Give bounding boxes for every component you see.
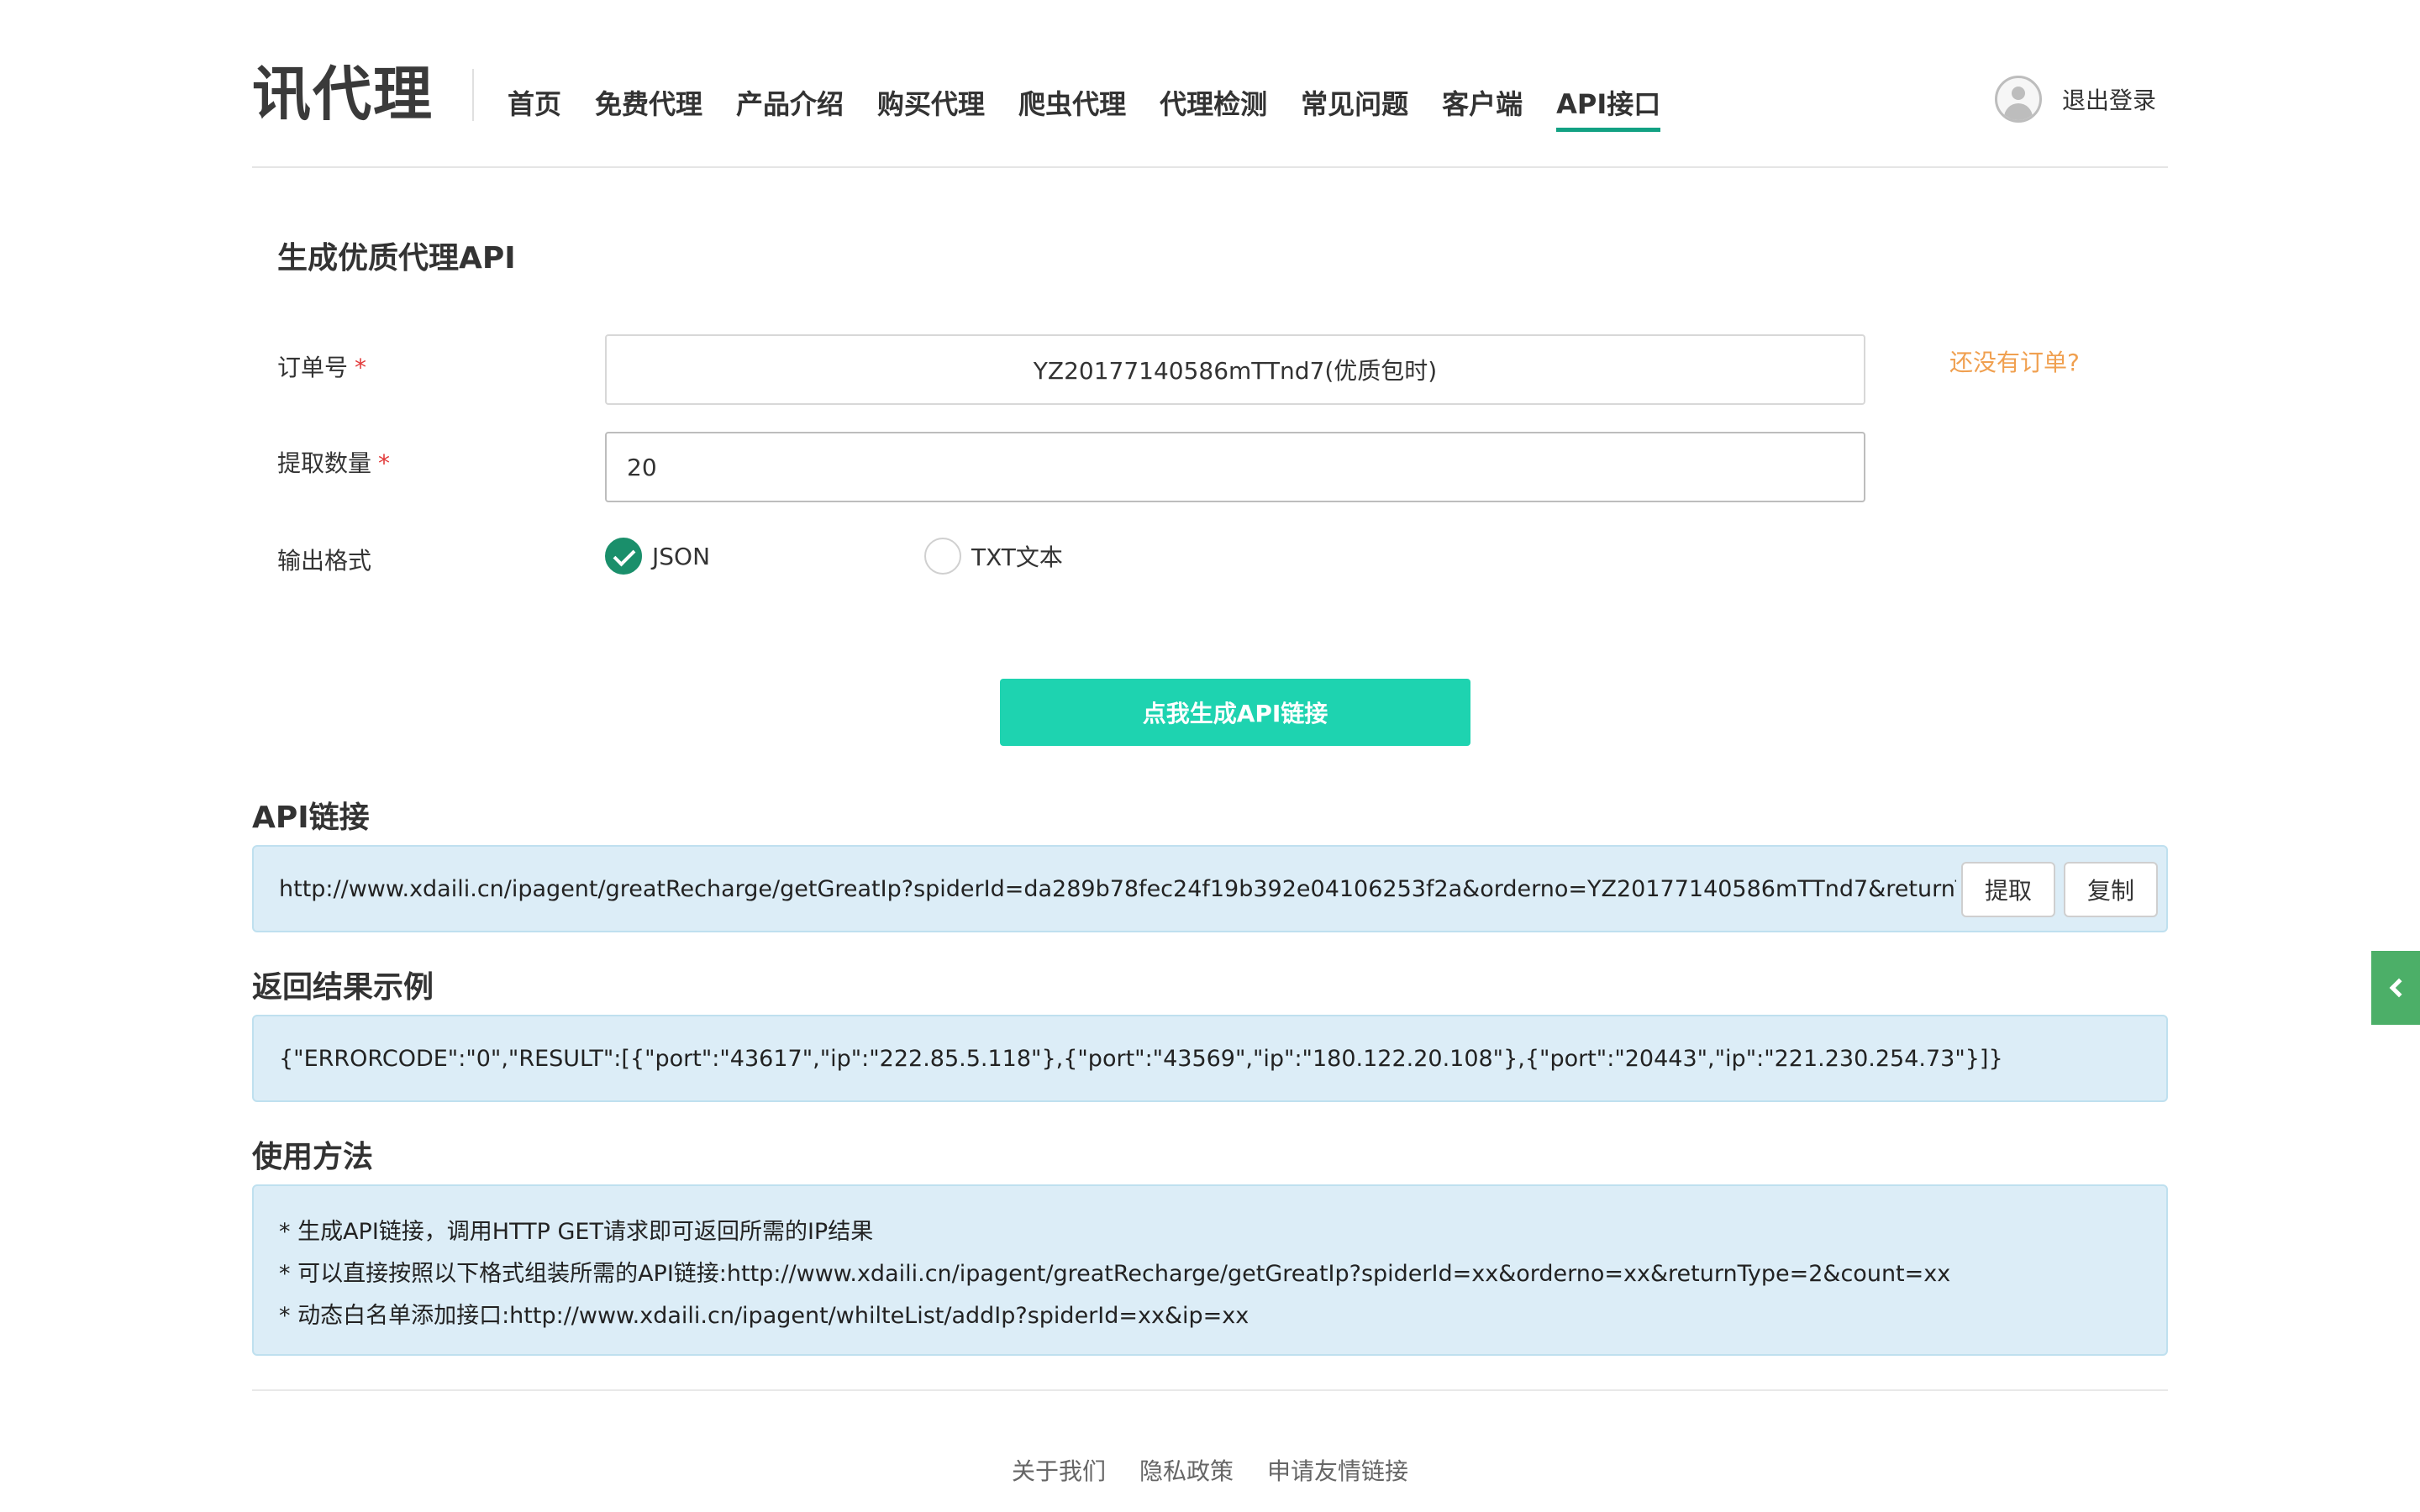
generate-api-button[interactable]: 点我生成API链接 [1000, 679, 1470, 746]
footer-link-privacy[interactable]: 隐私政策 [1139, 1453, 1234, 1487]
check-icon[interactable] [605, 538, 642, 575]
result-example-box: {"ERRORCODE":"0","RESULT":[{"port":"4361… [252, 1015, 2168, 1102]
fetch-button[interactable]: 提取 [1961, 862, 2056, 917]
no-order-link[interactable]: 还没有订单? [1949, 344, 2080, 378]
nav-item-free-proxy[interactable]: 免费代理 [595, 84, 702, 132]
radio-unchecked-icon[interactable] [924, 538, 961, 575]
usage-line: * 生成API链接，调用HTTP GET请求即可返回所需的IP结果 [279, 1219, 874, 1245]
format-label: 输出格式 [277, 547, 372, 575]
nav-item-products[interactable]: 产品介绍 [736, 84, 844, 132]
usage-line: * 可以直接按照以下格式组装所需的API链接:http://www.xdaili… [279, 1261, 1951, 1287]
result-example-text: {"ERRORCODE":"0","RESULT":[{"port":"4361… [279, 1045, 2003, 1072]
quantity-label: 提取数量 * [277, 445, 390, 479]
chevron-left-icon [2389, 978, 2409, 998]
usage-title: 使用方法 [252, 1140, 374, 1174]
site-logo[interactable]: 讯代理 [252, 60, 434, 128]
logout-link[interactable]: 退出登录 [2062, 82, 2156, 116]
quantity-input[interactable]: 20 [605, 432, 1865, 502]
usage-line: * 动态白名单添加接口:http://www.xdaili.cn/ipagent… [279, 1303, 1249, 1329]
logo-divider [472, 69, 474, 121]
user-avatar-icon[interactable] [1994, 76, 2042, 123]
quantity-label-text: 提取数量 [277, 449, 372, 477]
nav-item-home[interactable]: 首页 [508, 84, 561, 132]
nav-item-faq[interactable]: 常见问题 [1301, 84, 1408, 132]
order-label: 订单号 * [277, 349, 366, 383]
format-option-txt-label: TXT文本 [971, 543, 1063, 571]
api-link-box: http://www.xdaili.cn/ipagent/greatRechar… [252, 845, 2168, 932]
nav-item-client[interactable]: 客户端 [1442, 84, 1523, 132]
top-header: 讯代理 首页 免费代理 产品介绍 购买代理 爬虫代理 代理检测 常见问题 客户端… [252, 0, 2168, 168]
side-panel-toggle[interactable] [2371, 951, 2420, 1025]
order-number-value: YZ20177140586mTTnd7(优质包时) [1033, 357, 1438, 385]
footer-link-about[interactable]: 关于我们 [1012, 1453, 1106, 1487]
required-mark: * [355, 354, 367, 381]
page-title: 生成优质代理API [277, 241, 516, 276]
order-label-text: 订单号 [277, 354, 349, 381]
user-area: 退出登录 [1994, 76, 2168, 123]
nav-item-crawler-proxy[interactable]: 爬虫代理 [1018, 84, 1126, 132]
copy-button[interactable]: 复制 [2064, 862, 2159, 917]
api-link-url[interactable]: http://www.xdaili.cn/ipagent/greatRechar… [279, 876, 1956, 902]
order-number-field[interactable]: YZ20177140586mTTnd7(优质包时) [605, 334, 1865, 405]
result-example-title: 返回结果示例 [252, 970, 434, 1005]
footer-links: 关于我们 隐私政策 申请友情链接 [1012, 1453, 1408, 1487]
footer-divider [252, 1389, 2168, 1391]
nav-item-proxy-check[interactable]: 代理检测 [1160, 84, 1267, 132]
format-option-txt[interactable]: TXT文本 [924, 538, 1063, 575]
usage-box: * 生成API链接，调用HTTP GET请求即可返回所需的IP结果 * 可以直接… [252, 1184, 2168, 1356]
nav-item-buy-proxy[interactable]: 购买代理 [877, 84, 985, 132]
format-option-json-label: JSON [652, 542, 711, 570]
format-option-json[interactable]: JSON [605, 538, 710, 575]
nav-item-api[interactable]: API接口 [1556, 84, 1661, 132]
required-mark: * [378, 449, 391, 477]
api-link-title: API链接 [252, 801, 370, 835]
avatar-head [2011, 87, 2025, 100]
main-nav: 首页 免费代理 产品介绍 购买代理 爬虫代理 代理检测 常见问题 客户端 API… [508, 84, 1661, 132]
avatar-body [2003, 103, 2033, 120]
footer-link-friend-links[interactable]: 申请友情链接 [1267, 1453, 1408, 1487]
quantity-value: 20 [627, 453, 657, 481]
